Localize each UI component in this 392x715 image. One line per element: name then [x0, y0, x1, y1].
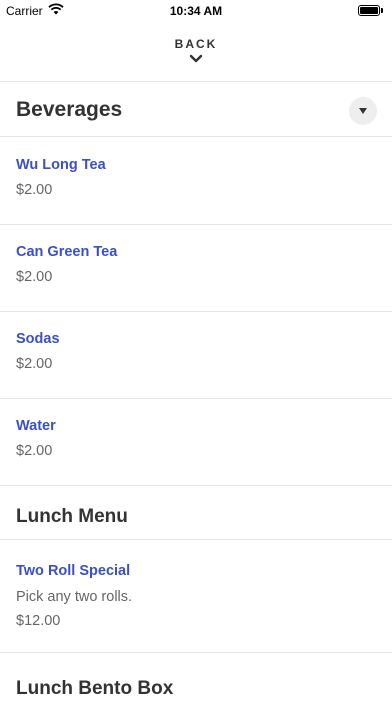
section-title: Lunch Bento Box: [16, 678, 174, 699]
menu-item-two-roll-special[interactable]: Two Roll Special Pick any two rolls. $12…: [0, 541, 392, 653]
item-price: $12.00: [16, 613, 61, 629]
chevron-down-icon: [189, 54, 203, 63]
item-description: Pick any two rolls.: [16, 589, 133, 605]
battery-tip: [381, 8, 383, 13]
menu-item-water[interactable]: Water $2.00: [0, 399, 392, 486]
lunch-bento-box-section-header: Lunch Bento Box: [0, 654, 392, 715]
lunch-menu-section-header: Lunch Menu: [0, 479, 392, 540]
item-name: Wu Long Tea: [16, 157, 106, 173]
back-label: BACK: [174, 37, 218, 51]
item-price: $2.00: [16, 269, 53, 285]
category-title: Beverages: [16, 98, 123, 121]
beverages-category-header[interactable]: Beverages: [0, 83, 392, 137]
menu-item-wu-long-tea[interactable]: Wu Long Tea $2.00: [0, 138, 392, 225]
menu-item-can-green-tea[interactable]: Can Green Tea $2.00: [0, 225, 392, 312]
back-button[interactable]: BACK: [0, 22, 392, 82]
item-name: Water: [16, 418, 56, 434]
item-price: $2.00: [16, 443, 53, 459]
status-bar: Carrier 10:34 AM: [0, 0, 392, 22]
collapse-button[interactable]: [349, 97, 377, 125]
item-name: Sodas: [16, 331, 60, 347]
item-price: $2.00: [16, 356, 53, 372]
status-time: 10:34 AM: [169, 4, 223, 18]
item-name: Can Green Tea: [16, 244, 118, 260]
battery-icon: [358, 5, 380, 16]
item-price: $2.00: [16, 182, 53, 198]
caret-down-icon: [359, 108, 367, 114]
section-title: Lunch Menu: [16, 506, 128, 527]
menu-item-sodas[interactable]: Sodas $2.00: [0, 312, 392, 399]
item-name: Two Roll Special: [16, 563, 131, 579]
